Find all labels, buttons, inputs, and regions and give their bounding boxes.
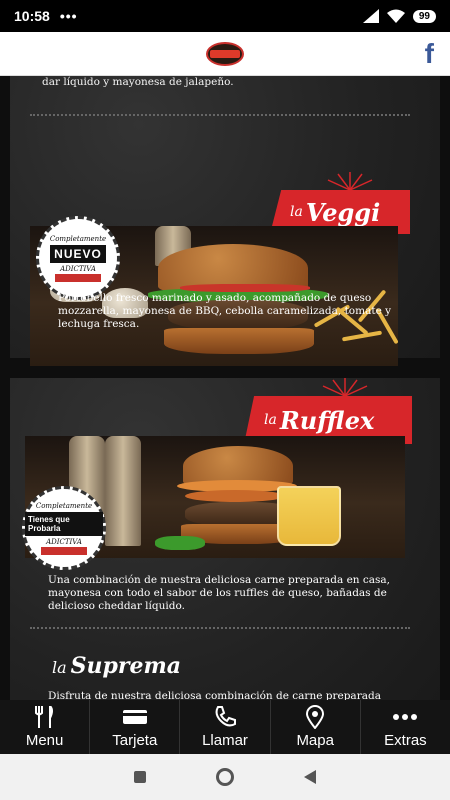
nav-extras[interactable]: Extras [361, 700, 450, 754]
facebook-icon[interactable]: f [425, 40, 434, 68]
nav-menu[interactable]: Menu [0, 700, 91, 754]
divider [30, 627, 410, 629]
must-try-badge: Completamente Tienes que Probarla ADICTI… [22, 486, 106, 570]
title-prefix: la [264, 412, 277, 428]
nav-label: Menu [25, 731, 64, 749]
recents-icon[interactable] [134, 771, 146, 783]
home-icon[interactable] [216, 768, 234, 786]
previous-item-text: dar líquido y mayonesa de jalapeño. [42, 76, 234, 88]
nav-tarjeta[interactable]: Tarjeta [90, 700, 181, 754]
item-title: Suprema [70, 653, 182, 679]
map-pin-icon [306, 704, 325, 729]
nav-mapa[interactable]: Mapa [271, 700, 361, 754]
rays-decoration [327, 172, 373, 190]
nav-label: Extras [384, 731, 427, 749]
system-navigation-bar [0, 754, 450, 800]
phone-icon [214, 705, 236, 728]
title-prefix: la [290, 204, 303, 220]
title-suprema: la Suprema [52, 653, 181, 679]
card-icon [122, 706, 148, 728]
restaurant-logo-icon[interactable] [206, 41, 244, 66]
wifi-icon [386, 9, 405, 23]
nav-label: Llamar [202, 731, 248, 749]
back-icon[interactable] [304, 770, 316, 784]
menu-content[interactable]: dar líquido y mayonesa de jalapeño. la V… [0, 76, 450, 700]
item-title: Rufflex [279, 405, 375, 435]
item-title: Veggi [305, 197, 381, 227]
new-badge: Completamente NUEVO ADICTIVA [36, 216, 120, 300]
divider [30, 114, 410, 116]
status-bar: 10:58 ••• 99 [0, 0, 450, 32]
fork-knife-icon [34, 705, 55, 728]
nav-label: Tarjeta [112, 731, 158, 749]
nav-label: Mapa [296, 731, 334, 749]
bottom-navigation: Menu Tarjeta Llamar Mapa Extras [0, 700, 450, 754]
signal-icon [362, 9, 379, 23]
more-dots-icon [392, 706, 418, 728]
battery-indicator: 99 [412, 9, 436, 23]
rays-decoration [322, 378, 368, 396]
item-description: Portobello fresco marinado y asado, acom… [58, 292, 392, 330]
status-time: 10:58 [14, 8, 50, 24]
nav-llamar[interactable]: Llamar [180, 700, 271, 754]
notification-dots: ••• [59, 8, 78, 24]
item-description: Una combinación de nuestra deliciosa car… [48, 574, 391, 612]
app-header: f [0, 32, 450, 76]
item-description: Disfruta de nuestra deliciosa combinació… [48, 690, 381, 700]
title-prefix: la [52, 658, 67, 677]
